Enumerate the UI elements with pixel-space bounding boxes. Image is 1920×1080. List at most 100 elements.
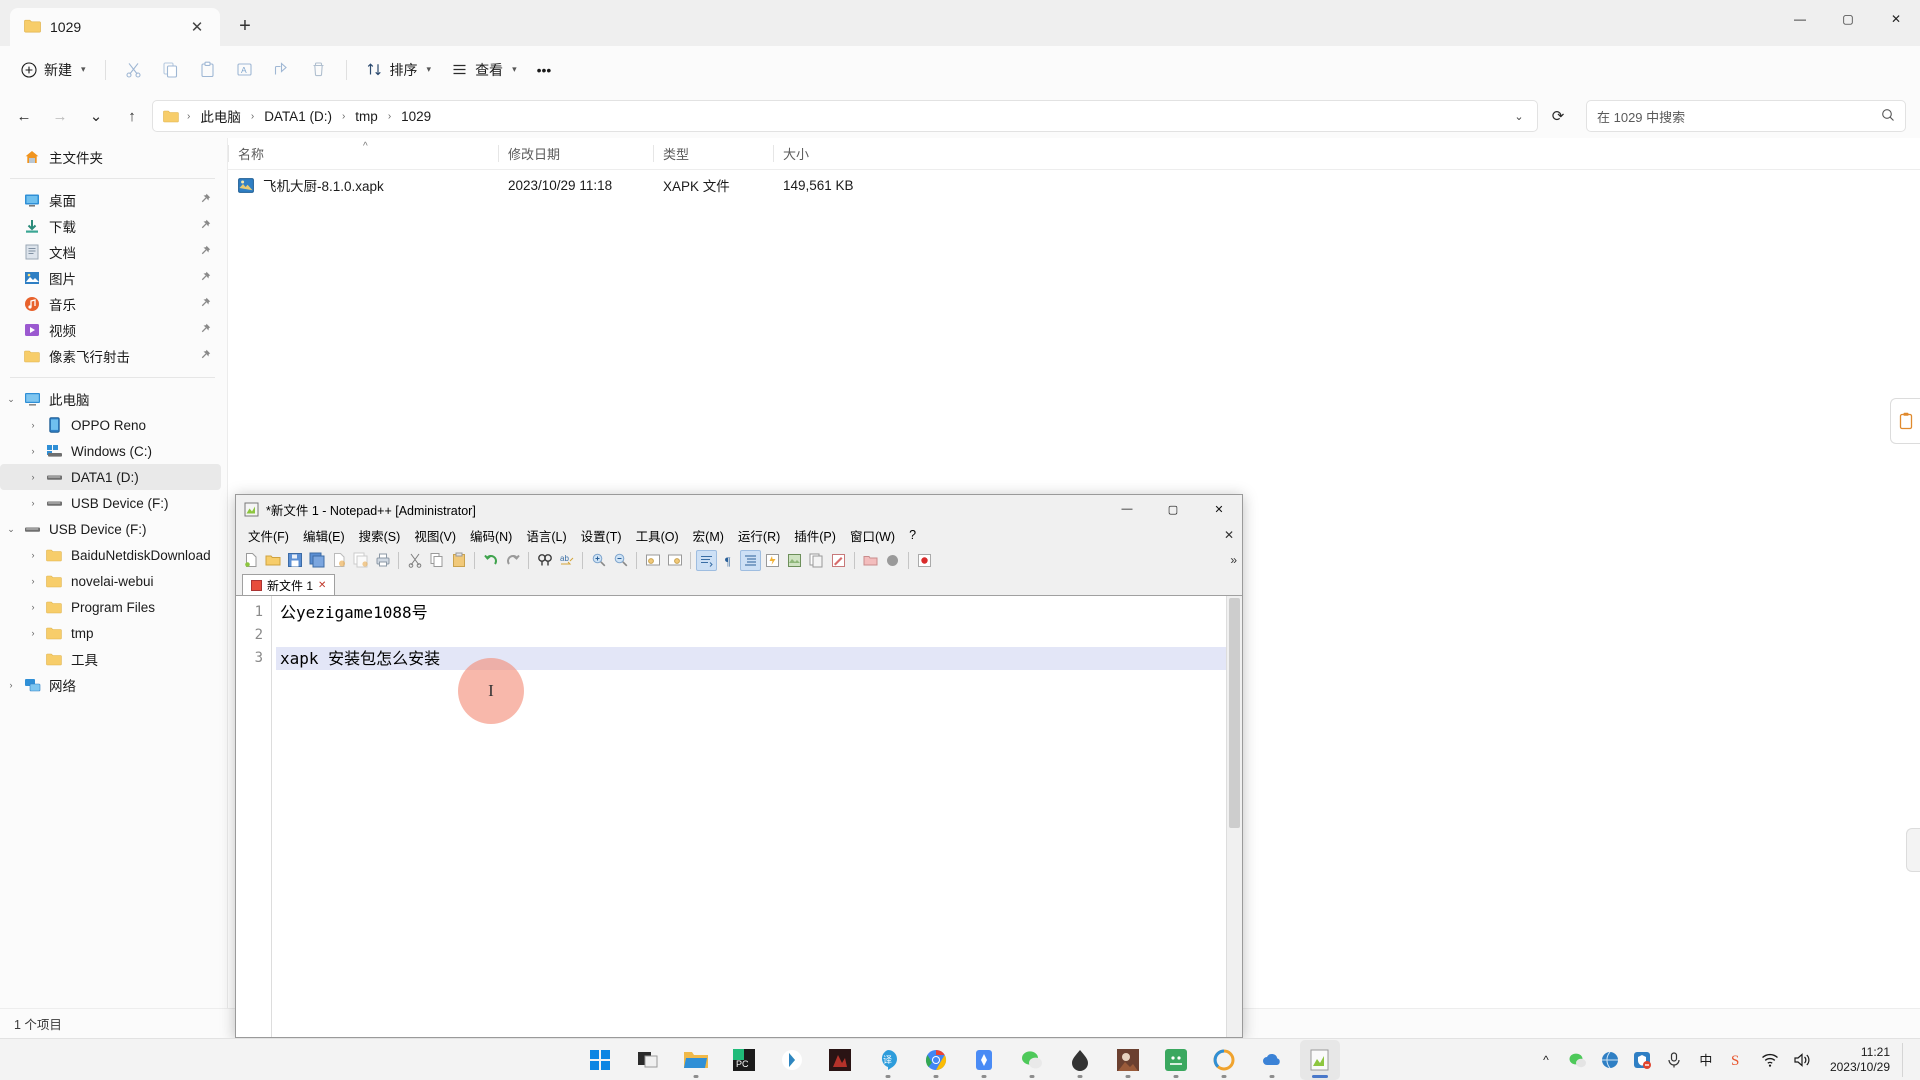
browser-taskbar-icon[interactable] bbox=[1204, 1040, 1244, 1080]
breadcrumb-item-3[interactable]: 1029 bbox=[395, 106, 437, 127]
menu-item-3[interactable]: 视图(V) bbox=[407, 523, 463, 548]
column-header-type[interactable]: 类型 bbox=[653, 138, 773, 169]
sidebar-item-0[interactable]: 桌面 bbox=[0, 187, 221, 213]
translate-taskbar-icon[interactable]: 译 bbox=[868, 1040, 908, 1080]
tree-item-6[interactable]: › BaiduNetdiskDownload bbox=[0, 542, 221, 568]
document-tab[interactable]: 新文件 1 ✕ bbox=[242, 574, 336, 595]
tree-item-3[interactable]: › DATA1 (D:) bbox=[0, 464, 221, 490]
sidebar-item-5[interactable]: 视频 bbox=[0, 317, 221, 343]
document-tab-close-icon[interactable]: ✕ bbox=[318, 580, 326, 591]
notepadpp-editor[interactable]: 1 2 3 公yezigame1088号 xapk 安装包怎么安装 I bbox=[236, 595, 1242, 1037]
table-row[interactable]: 飞机大厨-8.1.0.xapk 2023/10/29 11:18 XAPK 文件 14… bbox=[228, 170, 1920, 200]
tree-item-8[interactable]: › Program Files bbox=[0, 594, 221, 620]
word-wrap-icon[interactable] bbox=[696, 549, 717, 571]
notepadpp-taskbar-icon[interactable] bbox=[1300, 1039, 1340, 1080]
sidebar-item-home[interactable]: 主文件夹 bbox=[0, 144, 221, 170]
more-options-button[interactable]: ••• bbox=[528, 53, 561, 87]
menu-item-5[interactable]: 语言(L) bbox=[519, 523, 573, 548]
artwork-taskbar-icon[interactable] bbox=[1108, 1040, 1148, 1080]
pin-icon[interactable] bbox=[200, 323, 211, 337]
pin-icon[interactable] bbox=[200, 219, 211, 233]
file-explorer-taskbar-icon[interactable] bbox=[676, 1040, 716, 1080]
close-file-icon[interactable] bbox=[328, 550, 349, 571]
wechat-tray-icon[interactable] bbox=[1568, 1050, 1588, 1070]
folder-as-workspace-icon[interactable] bbox=[860, 550, 881, 571]
sidebar-item-1[interactable]: 下载 bbox=[0, 213, 221, 239]
save-all-icon[interactable] bbox=[306, 550, 327, 571]
cut-button[interactable] bbox=[116, 53, 151, 87]
cloud-taskbar-icon[interactable] bbox=[1252, 1040, 1292, 1080]
clipboard-flyout-button[interactable] bbox=[1890, 398, 1920, 444]
tray-expand-icon[interactable]: ^ bbox=[1536, 1050, 1556, 1070]
explorer-tab[interactable]: 1029 ✕ bbox=[10, 8, 220, 46]
show-all-characters-icon[interactable]: ¶ bbox=[718, 550, 739, 571]
volume-tray-icon[interactable] bbox=[1792, 1050, 1812, 1070]
wifi-tray-icon[interactable] bbox=[1760, 1050, 1780, 1070]
notes-taskbar-icon[interactable] bbox=[964, 1040, 1004, 1080]
menu-item-11[interactable]: 窗口(W) bbox=[843, 523, 902, 548]
zoom-out-icon[interactable] bbox=[610, 550, 631, 571]
game-taskbar-icon[interactable] bbox=[820, 1040, 860, 1080]
column-header-date[interactable]: 修改日期 bbox=[498, 138, 653, 169]
delete-button[interactable] bbox=[301, 53, 336, 87]
task-view-button[interactable] bbox=[628, 1040, 668, 1080]
menu-item-6[interactable]: 设置(T) bbox=[574, 523, 629, 548]
zoom-in-icon[interactable] bbox=[588, 550, 609, 571]
menu-item-12[interactable]: ? bbox=[902, 525, 923, 545]
scrollbar-thumb[interactable] bbox=[1229, 598, 1240, 828]
view-button[interactable]: 查看 ▾ bbox=[442, 53, 526, 87]
editor-vertical-scrollbar[interactable] bbox=[1226, 596, 1242, 1037]
microphone-tray-icon[interactable] bbox=[1664, 1050, 1684, 1070]
editor-text-area[interactable]: 公yezigame1088号 xapk 安装包怎么安装 bbox=[272, 596, 1242, 1037]
editor-line-1[interactable]: 公yezigame1088号 bbox=[276, 601, 1242, 624]
pycharm-taskbar-icon[interactable]: PC bbox=[724, 1040, 764, 1080]
editor-line-2[interactable] bbox=[276, 624, 1242, 647]
file-name-cell[interactable]: 飞机大厨-8.1.0.xapk bbox=[228, 175, 498, 195]
paste-button[interactable] bbox=[190, 53, 225, 87]
copy-button[interactable] bbox=[153, 53, 188, 87]
breadcrumb-item-1[interactable]: DATA1 (D:) bbox=[258, 106, 338, 127]
paste-icon[interactable] bbox=[448, 550, 469, 571]
minimize-button[interactable]: — bbox=[1776, 0, 1824, 38]
record-macro-icon[interactable] bbox=[914, 550, 935, 571]
menu-item-7[interactable]: 工具(O) bbox=[629, 523, 686, 548]
sync-scroll-horizontal-icon[interactable] bbox=[664, 550, 685, 571]
column-header-size[interactable]: 大小 bbox=[773, 138, 863, 169]
tab-close-icon[interactable]: ✕ bbox=[184, 14, 210, 40]
cut-icon[interactable] bbox=[404, 550, 425, 571]
user-defined-language-icon[interactable] bbox=[762, 550, 783, 571]
search-box[interactable]: 在 1029 中搜索 bbox=[1586, 100, 1906, 132]
undo-icon[interactable] bbox=[480, 550, 501, 571]
pin-icon[interactable] bbox=[200, 349, 211, 363]
menu-item-9[interactable]: 运行(R) bbox=[731, 523, 787, 548]
ime-tray-icon[interactable]: 中 bbox=[1696, 1050, 1716, 1070]
notepadpp-close-button[interactable]: ✕ bbox=[1196, 495, 1242, 523]
close-button[interactable]: ✕ bbox=[1872, 0, 1920, 38]
indent-guide-icon[interactable] bbox=[740, 549, 761, 571]
sidebar-item-2[interactable]: 文档 bbox=[0, 239, 221, 265]
wechat-taskbar-icon[interactable] bbox=[1012, 1040, 1052, 1080]
address-bar[interactable]: › 此电脑 › DATA1 (D:) › tmp › 1029 ⌄ bbox=[152, 100, 1538, 132]
chevron-right-icon[interactable]: › bbox=[22, 602, 44, 612]
show-desktop-button[interactable] bbox=[1902, 1042, 1910, 1077]
chevron-right-icon[interactable]: › bbox=[22, 472, 44, 482]
chevron-right-icon[interactable]: › bbox=[22, 420, 44, 430]
share-button[interactable] bbox=[264, 53, 299, 87]
print-icon[interactable] bbox=[372, 550, 393, 571]
document-list-icon[interactable] bbox=[806, 550, 827, 571]
android-studio-taskbar-icon[interactable] bbox=[772, 1040, 812, 1080]
tree-item-7[interactable]: › novelai-webui bbox=[0, 568, 221, 594]
recent-locations-button[interactable]: ⌄ bbox=[80, 100, 112, 132]
close-all-icon[interactable] bbox=[350, 550, 371, 571]
menu-item-4[interactable]: 编码(N) bbox=[463, 523, 519, 548]
pin-icon[interactable] bbox=[200, 245, 211, 259]
chevron-right-icon[interactable]: › bbox=[22, 446, 44, 456]
back-button[interactable]: ← bbox=[8, 100, 40, 132]
replace-icon[interactable]: ab bbox=[556, 550, 577, 571]
notepadpp-maximize-button[interactable]: ▢ bbox=[1150, 495, 1196, 523]
copy-icon[interactable] bbox=[426, 550, 447, 571]
toolbar-overflow-button[interactable]: » bbox=[1230, 553, 1237, 567]
chevron-right-icon[interactable]: › bbox=[22, 576, 44, 586]
editor-line-3[interactable]: xapk 安装包怎么安装 bbox=[276, 647, 1242, 670]
notepadpp-minimize-button[interactable]: — bbox=[1104, 495, 1150, 523]
